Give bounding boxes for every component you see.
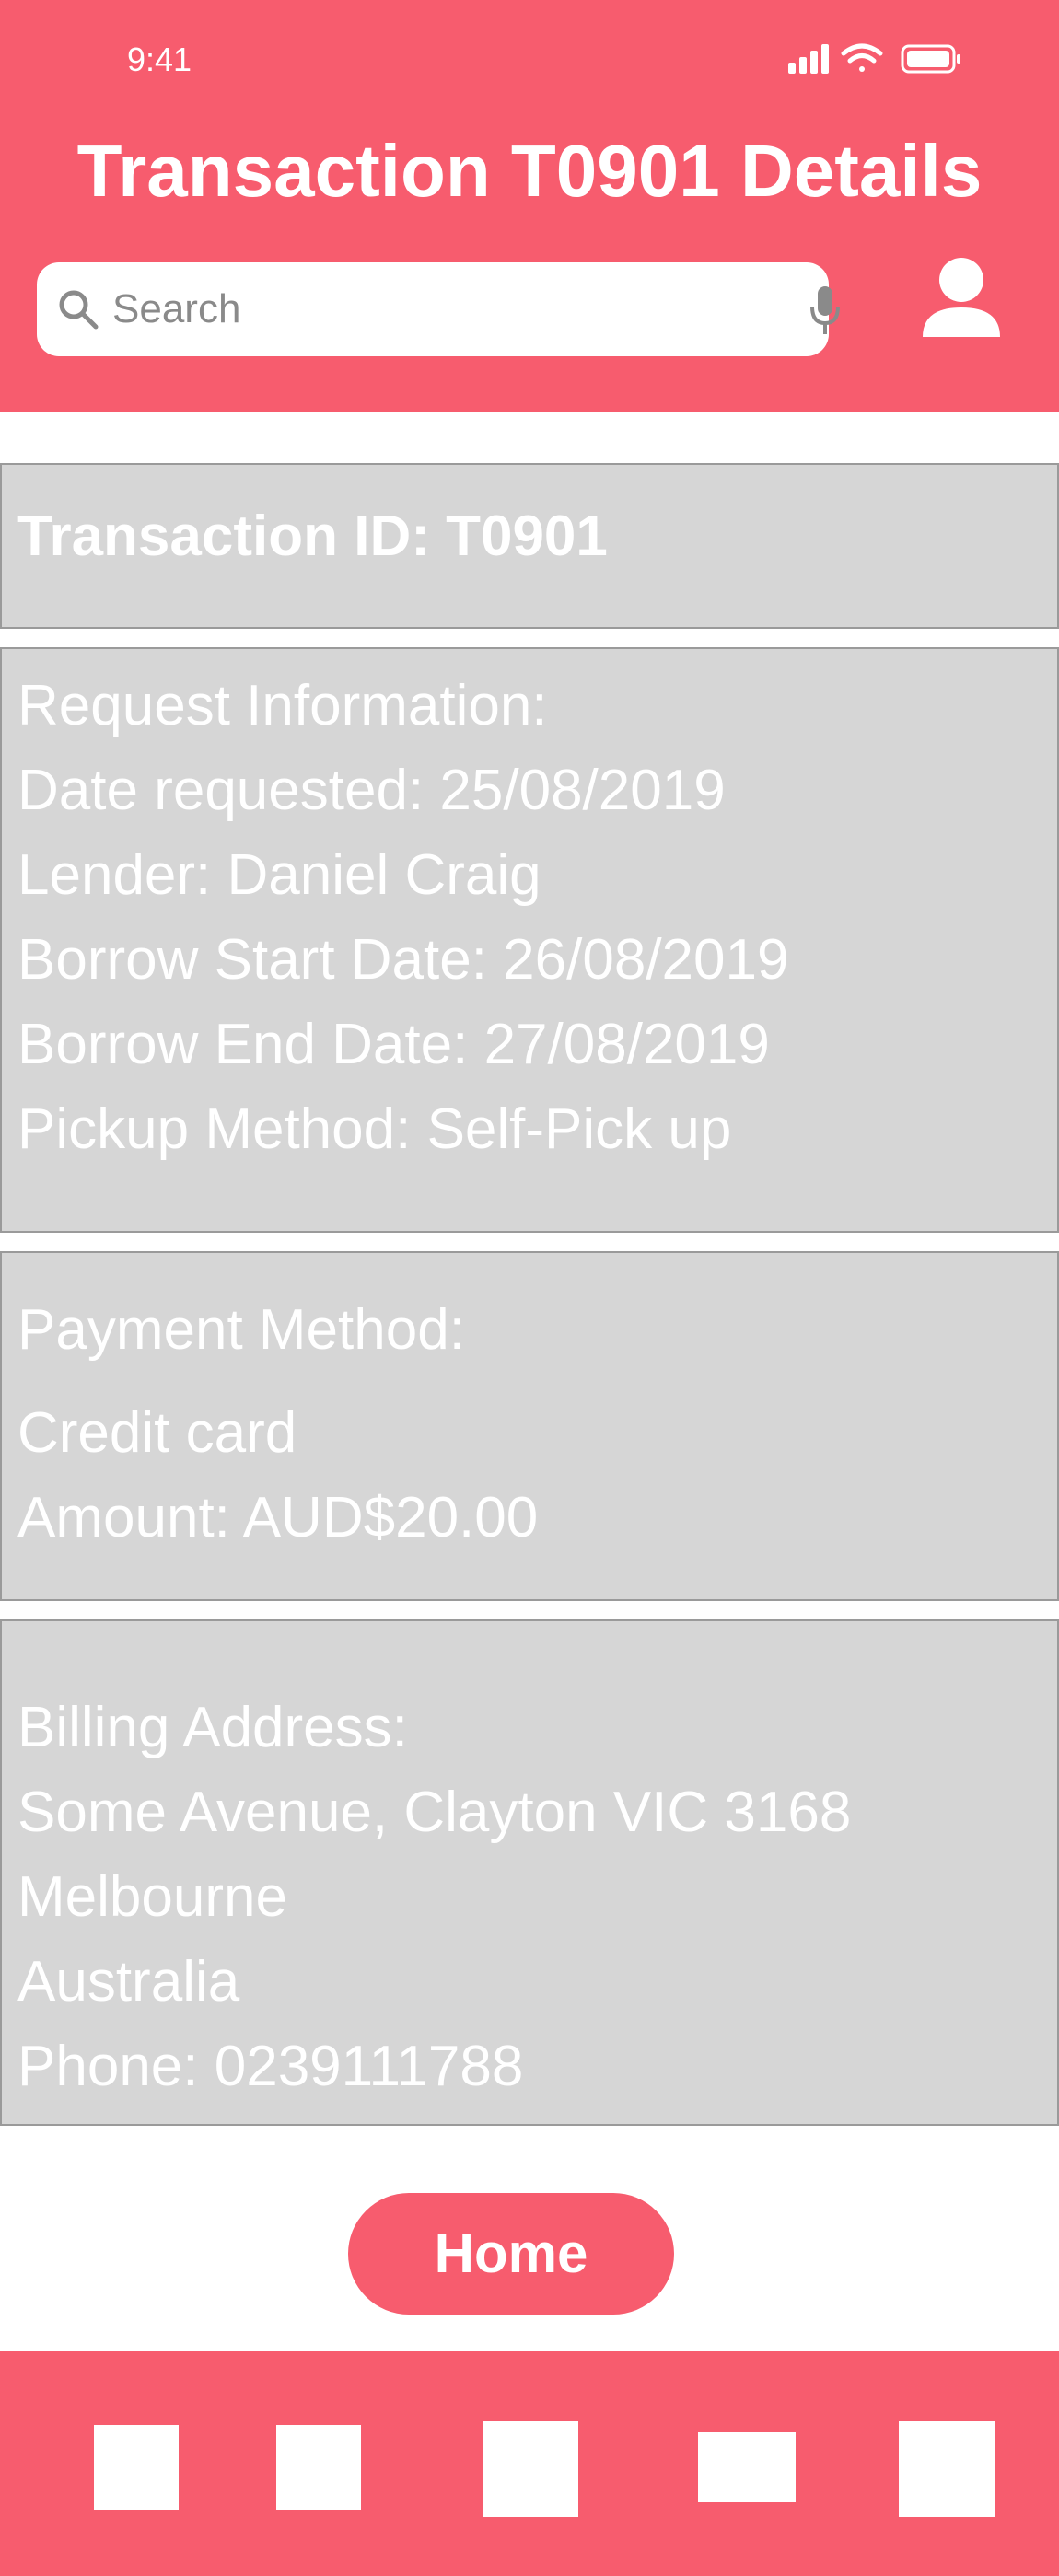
page-title: Transaction T0901 Details: [76, 130, 983, 212]
lender: Lender: Daniel Craig: [17, 843, 541, 907]
tab-4-icon[interactable]: [698, 2432, 796, 2502]
billing-city: Melbourne: [17, 1865, 287, 1929]
tab-2-icon[interactable]: [276, 2425, 361, 2510]
app-header: 9:41 Transaction T0901 Details: [0, 0, 1059, 412]
status-icons: [788, 43, 960, 74]
search-input[interactable]: [111, 272, 759, 347]
billing-card: Billing Address: Some Avenue, Clayton VI…: [0, 1619, 1059, 2126]
billing-country: Australia: [17, 1950, 240, 2013]
transaction-id-card: Transaction ID: T0901: [0, 463, 1059, 629]
borrow-start-date: Borrow Start Date: 26/08/2019: [17, 928, 789, 992]
search-icon: [59, 290, 99, 330]
billing-heading: Billing Address:: [17, 1696, 408, 1759]
tab-bar: [0, 2351, 1059, 2576]
battery-icon: [901, 44, 960, 74]
signal-icon: [788, 44, 829, 74]
profile-icon[interactable]: [919, 256, 1004, 341]
payment-method: Credit card: [17, 1401, 297, 1465]
tab-3-icon[interactable]: [483, 2421, 578, 2517]
tab-5-icon[interactable]: [899, 2421, 995, 2517]
tab-1-icon[interactable]: [94, 2425, 179, 2510]
request-info-heading: Request Information:: [17, 674, 548, 737]
payment-amount: Amount: AUD$20.00: [17, 1486, 539, 1549]
billing-street: Some Avenue, Clayton VIC 3168: [17, 1781, 852, 1844]
payment-card: Payment Method: Credit card Amount: AUD$…: [0, 1251, 1059, 1601]
billing-phone: Phone: 0239111788: [17, 2035, 524, 2098]
pickup-method: Pickup Method: Self-Pick up: [17, 1097, 732, 1161]
microphone-icon[interactable]: [809, 284, 842, 338]
transaction-id: Transaction ID: T0901: [17, 505, 608, 568]
payment-heading: Payment Method:: [17, 1298, 465, 1362]
status-time: 9:41: [127, 41, 192, 78]
request-info-card: Request Information: Date requested: 25/…: [0, 647, 1059, 1233]
home-button[interactable]: Home: [348, 2193, 674, 2315]
wifi-icon: [841, 43, 883, 72]
date-requested: Date requested: 25/08/2019: [17, 759, 726, 822]
search-bar[interactable]: [37, 262, 840, 356]
borrow-end-date: Borrow End Date: 27/08/2019: [17, 1013, 770, 1076]
